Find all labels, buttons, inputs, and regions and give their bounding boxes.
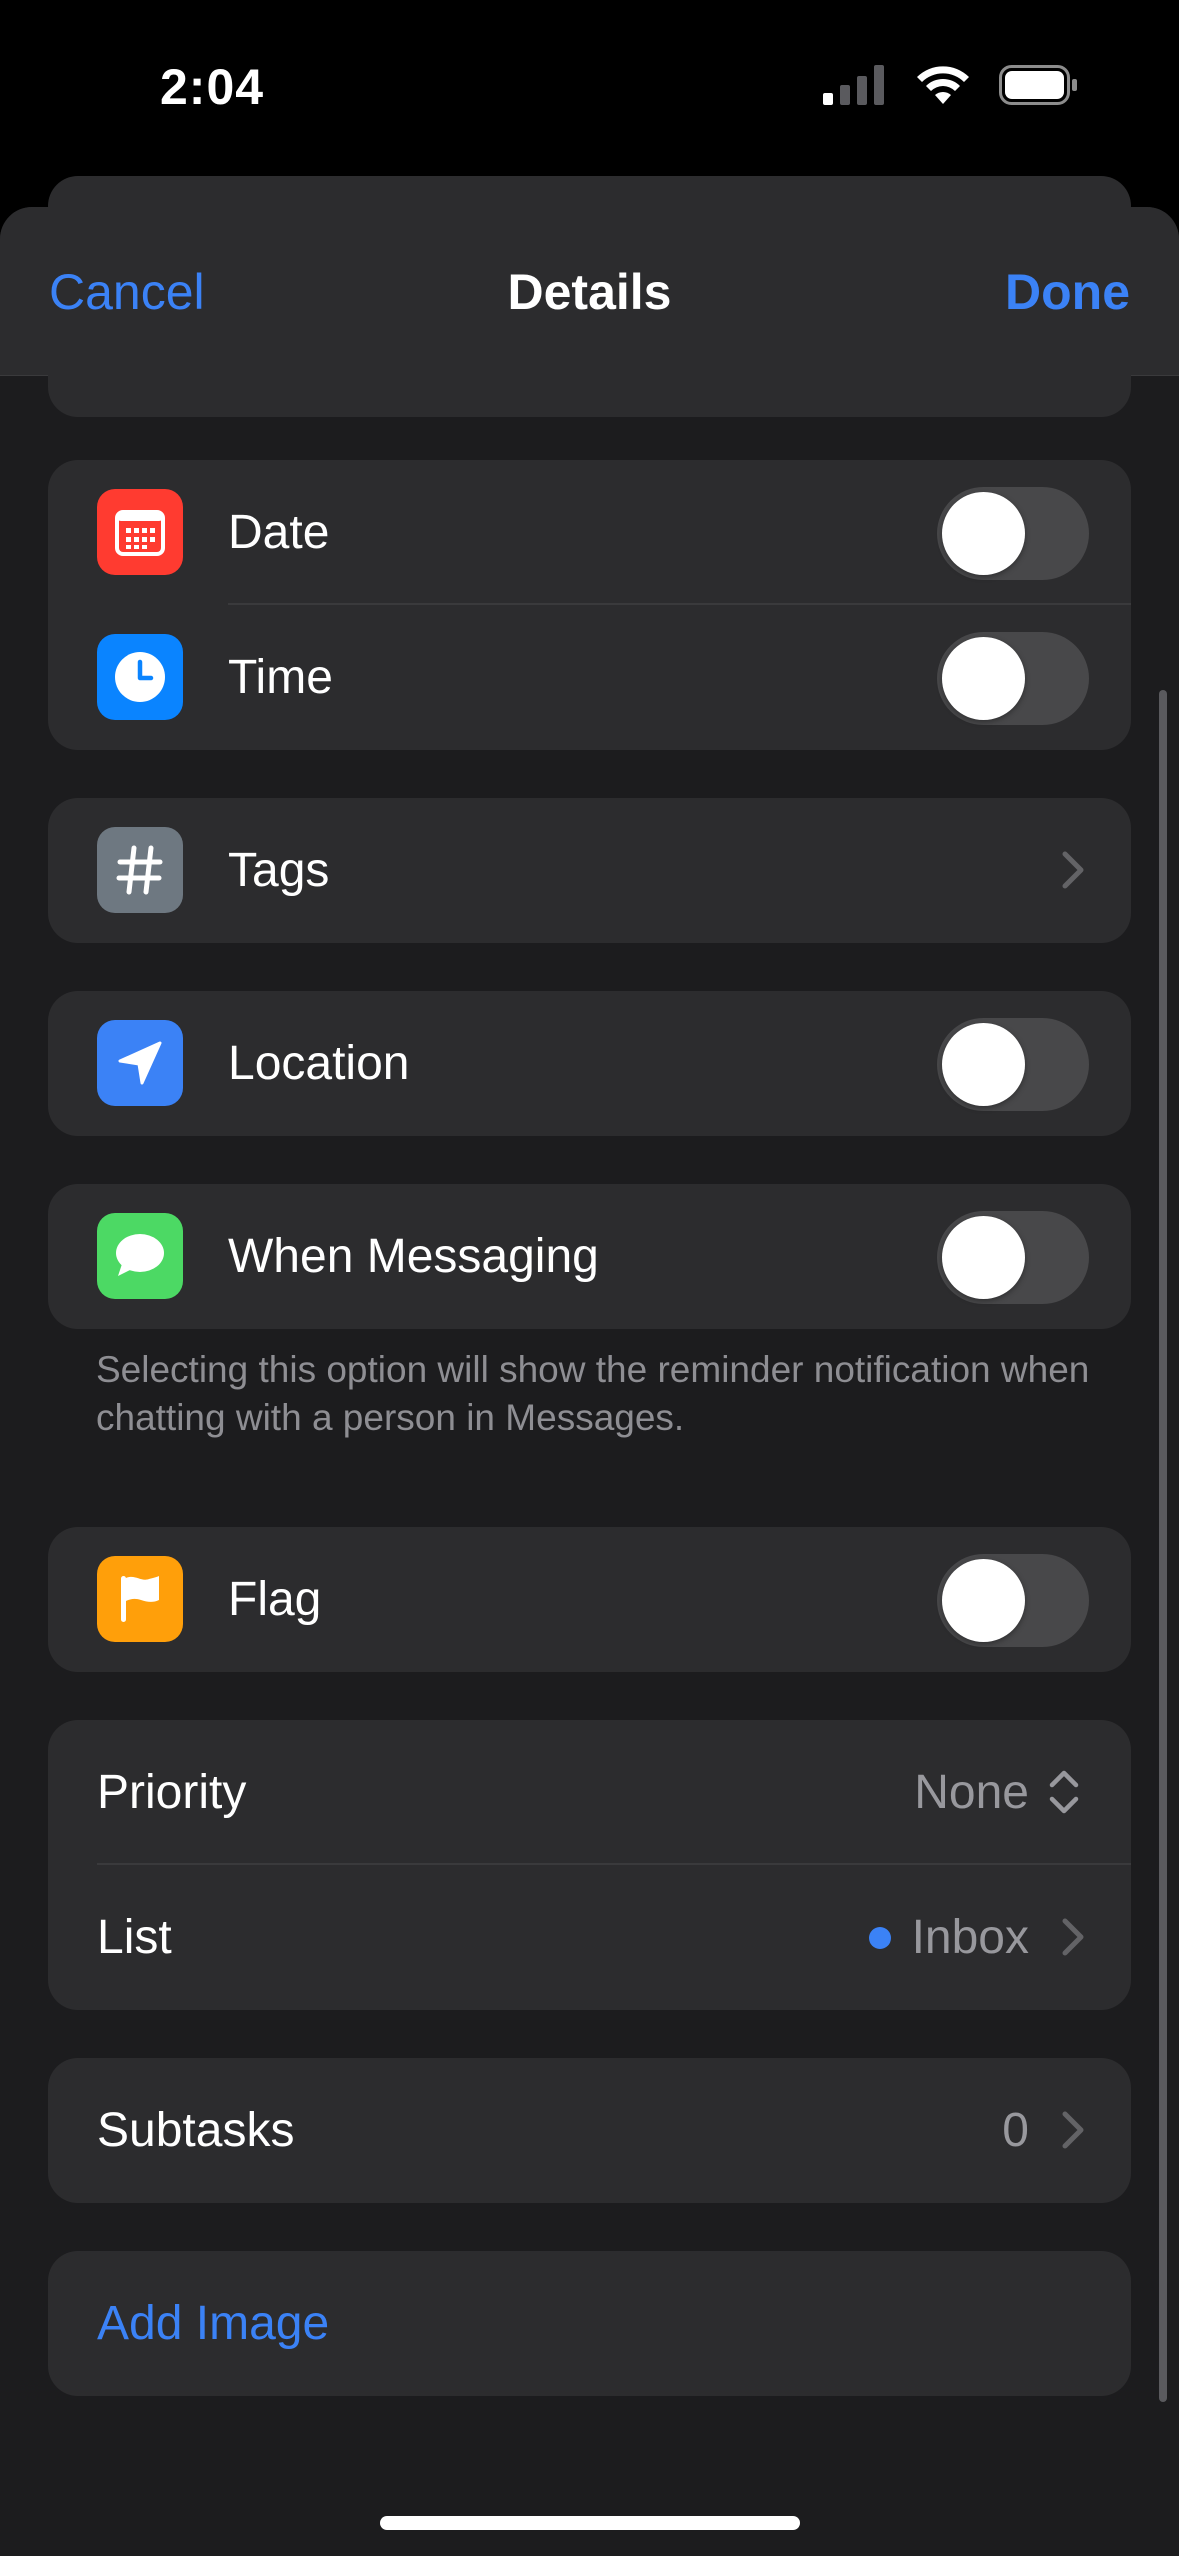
- date-row[interactable]: Date: [48, 460, 1131, 605]
- page-title: Details: [507, 264, 672, 320]
- status-time: 2:04: [160, 59, 265, 115]
- add-image-row[interactable]: Add Image: [48, 2251, 1131, 2396]
- tags-label: Tags: [228, 844, 330, 897]
- location-row[interactable]: Location: [48, 991, 1131, 1136]
- list-row[interactable]: List Inbox: [48, 1865, 1131, 2010]
- date-toggle[interactable]: [937, 487, 1089, 580]
- nav-bar: Cancel Details Done: [0, 207, 1179, 376]
- when-messaging-toggle[interactable]: [937, 1211, 1089, 1304]
- wifi-icon: [917, 66, 969, 104]
- status-icons: [823, 64, 1079, 106]
- location-arrow-icon: [97, 1020, 183, 1106]
- calendar-icon: [97, 489, 183, 575]
- chevron-up-down-icon: [1049, 1770, 1079, 1814]
- chevron-right-icon: [1062, 1918, 1084, 1956]
- message-bubble-icon: [97, 1213, 183, 1299]
- date-label: Date: [228, 506, 330, 559]
- priority-list-group: Priority None List Inbox: [48, 1720, 1131, 2010]
- chevron-right-icon: [1062, 2111, 1084, 2149]
- time-toggle[interactable]: [937, 632, 1089, 725]
- location-label: Location: [228, 1037, 410, 1090]
- location-toggle[interactable]: [937, 1018, 1089, 1111]
- scroll-indicator[interactable]: [1159, 690, 1167, 2402]
- tags-group: Tags: [48, 798, 1131, 943]
- done-button[interactable]: Done: [1005, 263, 1130, 321]
- tags-row[interactable]: Tags: [48, 798, 1131, 943]
- messaging-footnote: Selecting this option will show the remi…: [96, 1349, 1090, 1438]
- clock-icon: [97, 634, 183, 720]
- flag-row[interactable]: Flag: [48, 1527, 1131, 1672]
- messaging-group: When Messaging: [48, 1184, 1131, 1329]
- subtasks-count: 0: [1002, 2104, 1029, 2157]
- add-image-button[interactable]: Add Image: [97, 2296, 329, 2351]
- home-indicator[interactable]: [380, 2516, 800, 2530]
- time-label: Time: [228, 651, 333, 704]
- cellular-signal-icon: [823, 65, 884, 105]
- date-time-group: Date Time: [48, 460, 1131, 750]
- flag-label: Flag: [228, 1573, 322, 1626]
- battery-icon: [999, 65, 1077, 105]
- list-value: Inbox: [911, 1911, 1029, 1964]
- priority-label: Priority: [97, 1766, 247, 1819]
- list-color-dot: [869, 1927, 891, 1949]
- add-image-group: Add Image: [48, 2251, 1131, 2396]
- underlying-card-bottom: [48, 375, 1131, 417]
- details-sheet: Cancel Details Done Date Time Tags Locat…: [0, 207, 1179, 2556]
- hashtag-icon: [97, 827, 183, 913]
- chevron-right-icon: [1062, 851, 1084, 889]
- when-messaging-row[interactable]: When Messaging: [48, 1184, 1131, 1329]
- location-group: Location: [48, 991, 1131, 1136]
- flag-group: Flag: [48, 1527, 1131, 1672]
- time-row[interactable]: Time: [48, 605, 1131, 750]
- priority-row[interactable]: Priority None: [48, 1720, 1131, 1865]
- when-messaging-label: When Messaging: [228, 1230, 599, 1283]
- priority-value: None: [914, 1766, 1029, 1819]
- flag-icon: [97, 1556, 183, 1642]
- list-label: List: [97, 1911, 172, 1964]
- subtasks-group: Subtasks 0: [48, 2058, 1131, 2203]
- subtasks-label: Subtasks: [97, 2104, 295, 2157]
- flag-toggle[interactable]: [937, 1554, 1089, 1647]
- subtasks-row[interactable]: Subtasks 0: [48, 2058, 1131, 2203]
